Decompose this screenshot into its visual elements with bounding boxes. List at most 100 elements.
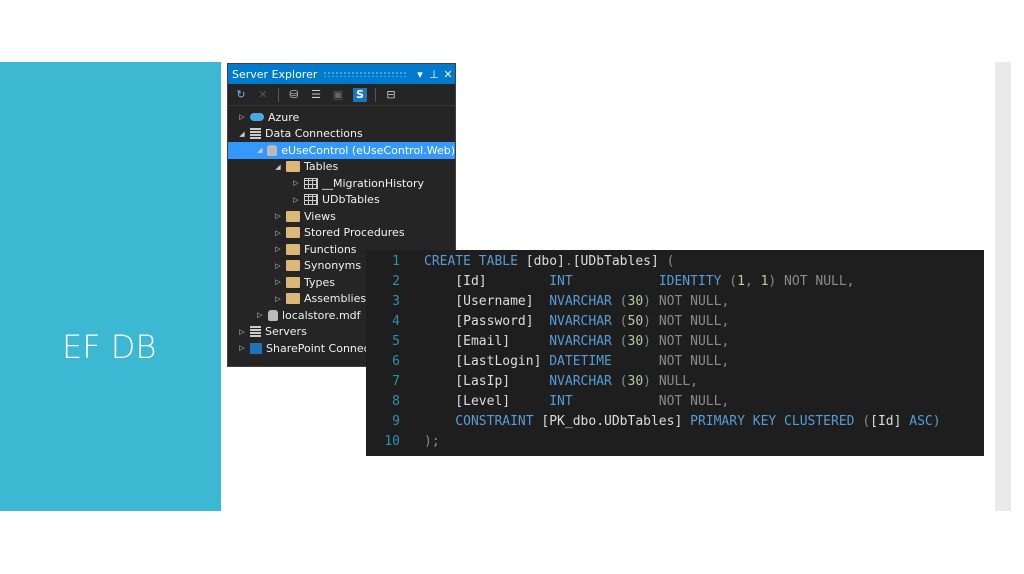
tree-item[interactable]: ▷ Azure (228, 109, 455, 126)
expand-arrow-icon[interactable]: ▷ (272, 245, 284, 253)
tree-item-label: Synonyms (304, 259, 362, 273)
tree-item[interactable]: ▷ UDbTables (228, 192, 455, 209)
expand-arrow-icon[interactable]: ▷ (272, 295, 284, 303)
database-icon (268, 309, 278, 321)
folder-icon (286, 227, 300, 239)
code-token: [dbo] (525, 253, 565, 269)
code-token: ( (658, 253, 675, 269)
tree-item-label: Views (304, 209, 336, 223)
tree-item[interactable]: ▷ __MigrationHistory (228, 175, 455, 192)
code-token: 1 (760, 273, 769, 289)
expand-arrow-icon[interactable]: ▷ (290, 196, 302, 204)
code-token: [Id] (424, 273, 550, 289)
code-token: 30 (627, 293, 644, 309)
code-token: [LasIp] (424, 373, 550, 389)
expand-arrow-icon[interactable]: ▷ (272, 262, 284, 270)
close-icon[interactable]: ✕ (441, 68, 455, 81)
tree-item-label: Types (304, 275, 335, 289)
table-icon (304, 194, 318, 206)
panel-title: Server Explorer (232, 67, 318, 81)
sharepoint-icon[interactable]: S (353, 87, 367, 102)
folder-icon (286, 293, 300, 305)
expand-arrow-icon[interactable]: ◢ (272, 163, 284, 171)
code-line: 4 [Password] NVARCHAR (50) NOT NULL, (366, 311, 984, 331)
code-token: NVARCHAR (549, 373, 612, 389)
expand-arrow-icon[interactable]: ▷ (236, 328, 248, 336)
tree-item[interactable]: ▷ Views (228, 208, 455, 225)
code-line: 7 [LasIp] NVARCHAR (30) NULL, (366, 371, 984, 391)
code-token: ) NOT NULL, (643, 313, 730, 329)
folder-icon (286, 260, 300, 272)
dropdown-icon[interactable]: ▾ (413, 68, 427, 81)
line-number: 8 (392, 393, 400, 409)
tree-item[interactable]: ◢ Data Connections (228, 126, 455, 143)
code-line: 1 CREATE TABLE [dbo]. [UDbTables] ( (366, 251, 984, 271)
code-token: [Id] (870, 413, 902, 429)
drag-grip[interactable] (323, 71, 407, 77)
code-token: [PK_dbo.UDbTables] (541, 413, 683, 429)
tree-item-label: localstore.mdf (282, 308, 361, 322)
expand-arrow-icon[interactable]: ▷ (272, 278, 284, 286)
expand-arrow-icon[interactable]: ◢ (254, 146, 265, 154)
code-token: 30 (627, 333, 644, 349)
code-token: 50 (627, 313, 644, 329)
divider (375, 87, 376, 102)
database-icon (267, 144, 278, 156)
tree-item-label: UDbTables (322, 193, 380, 207)
code-token: [Level] (424, 393, 550, 409)
code-token: NOT NULL, (611, 353, 730, 369)
code-token: ( (862, 413, 871, 429)
expand-arrow-icon[interactable]: ▷ (236, 113, 248, 121)
code-line: 9 CONSTRAINT [PK_dbo.UDbTables] PRIMARY … (366, 411, 984, 431)
code-token: ( (721, 273, 738, 289)
code-line: 8 [Level] INT NOT NULL, (366, 391, 984, 411)
code-token: ) NOT NULL, (768, 273, 855, 289)
line-number: 1 (392, 253, 400, 269)
code-line: 6 [LastLogin] DATETIME NOT NULL, (366, 351, 984, 371)
line-number: 7 (392, 373, 400, 389)
line-number: 5 (392, 333, 400, 349)
tree-item[interactable]: ▷ Stored Procedures (228, 225, 455, 242)
sql-code-editor[interactable]: 1 CREATE TABLE [dbo]. [UDbTables] (2 [Id] … (366, 250, 984, 456)
line-number: 10 (384, 433, 400, 449)
tree-item-label: Data Connections (265, 127, 363, 141)
code-token: NVARCHAR (549, 313, 612, 329)
code-token: [Username] (424, 293, 550, 309)
code-token: ( (611, 313, 628, 329)
code-token: PRIMARY KEY CLUSTERED (682, 413, 863, 429)
toolbar: ↻ ✕ ⛁ ☰ ▣ S ⊟ (228, 84, 455, 106)
tree-item-label: Azure (268, 110, 300, 124)
code-token: INT (549, 273, 573, 289)
tree-item-label: Servers (265, 325, 307, 339)
connect-server-icon[interactable]: ☰ (309, 88, 323, 102)
expand-arrow-icon[interactable]: ◢ (236, 130, 248, 138)
code-line: 3 [Username] NVARCHAR (30) NOT NULL, (366, 291, 984, 311)
azure-icon (250, 113, 264, 122)
connect-database-icon[interactable]: ⛁ (287, 88, 301, 102)
code-token: CREATE TABLE (424, 253, 526, 269)
expand-arrow-icon[interactable]: ▷ (236, 344, 248, 352)
sharepoint-icon (250, 342, 262, 354)
code-token: [Email] (424, 333, 550, 349)
expand-arrow-icon[interactable]: ▷ (272, 229, 284, 237)
pin-icon[interactable]: ⊥ (427, 68, 441, 81)
line-number: 3 (392, 293, 400, 309)
server-icon (250, 128, 261, 140)
table-icon (304, 177, 318, 189)
tree-item[interactable]: ◢ Tables (228, 159, 455, 176)
expand-arrow-icon[interactable]: ▷ (290, 179, 302, 187)
expand-arrow-icon[interactable]: ▷ (254, 311, 266, 319)
properties-icon[interactable]: ⊟ (384, 88, 398, 102)
tree-item[interactable]: ◢ eUseControl (eUseControl.Web) (228, 142, 455, 159)
tree-item-label: Functions (304, 242, 357, 256)
line-number: 4 (392, 313, 400, 329)
expand-arrow-icon[interactable]: ▷ (272, 212, 284, 220)
code-token: 1 (737, 273, 745, 289)
stop-icon[interactable]: ✕ (256, 88, 270, 102)
code-token: ASC) (901, 413, 941, 429)
add-sharepoint-icon[interactable]: ▣ (331, 88, 345, 102)
tree-item-label: __MigrationHistory (322, 176, 424, 190)
code-token: 30 (627, 373, 644, 389)
code-token: , (744, 273, 761, 289)
refresh-icon[interactable]: ↻ (234, 88, 248, 102)
